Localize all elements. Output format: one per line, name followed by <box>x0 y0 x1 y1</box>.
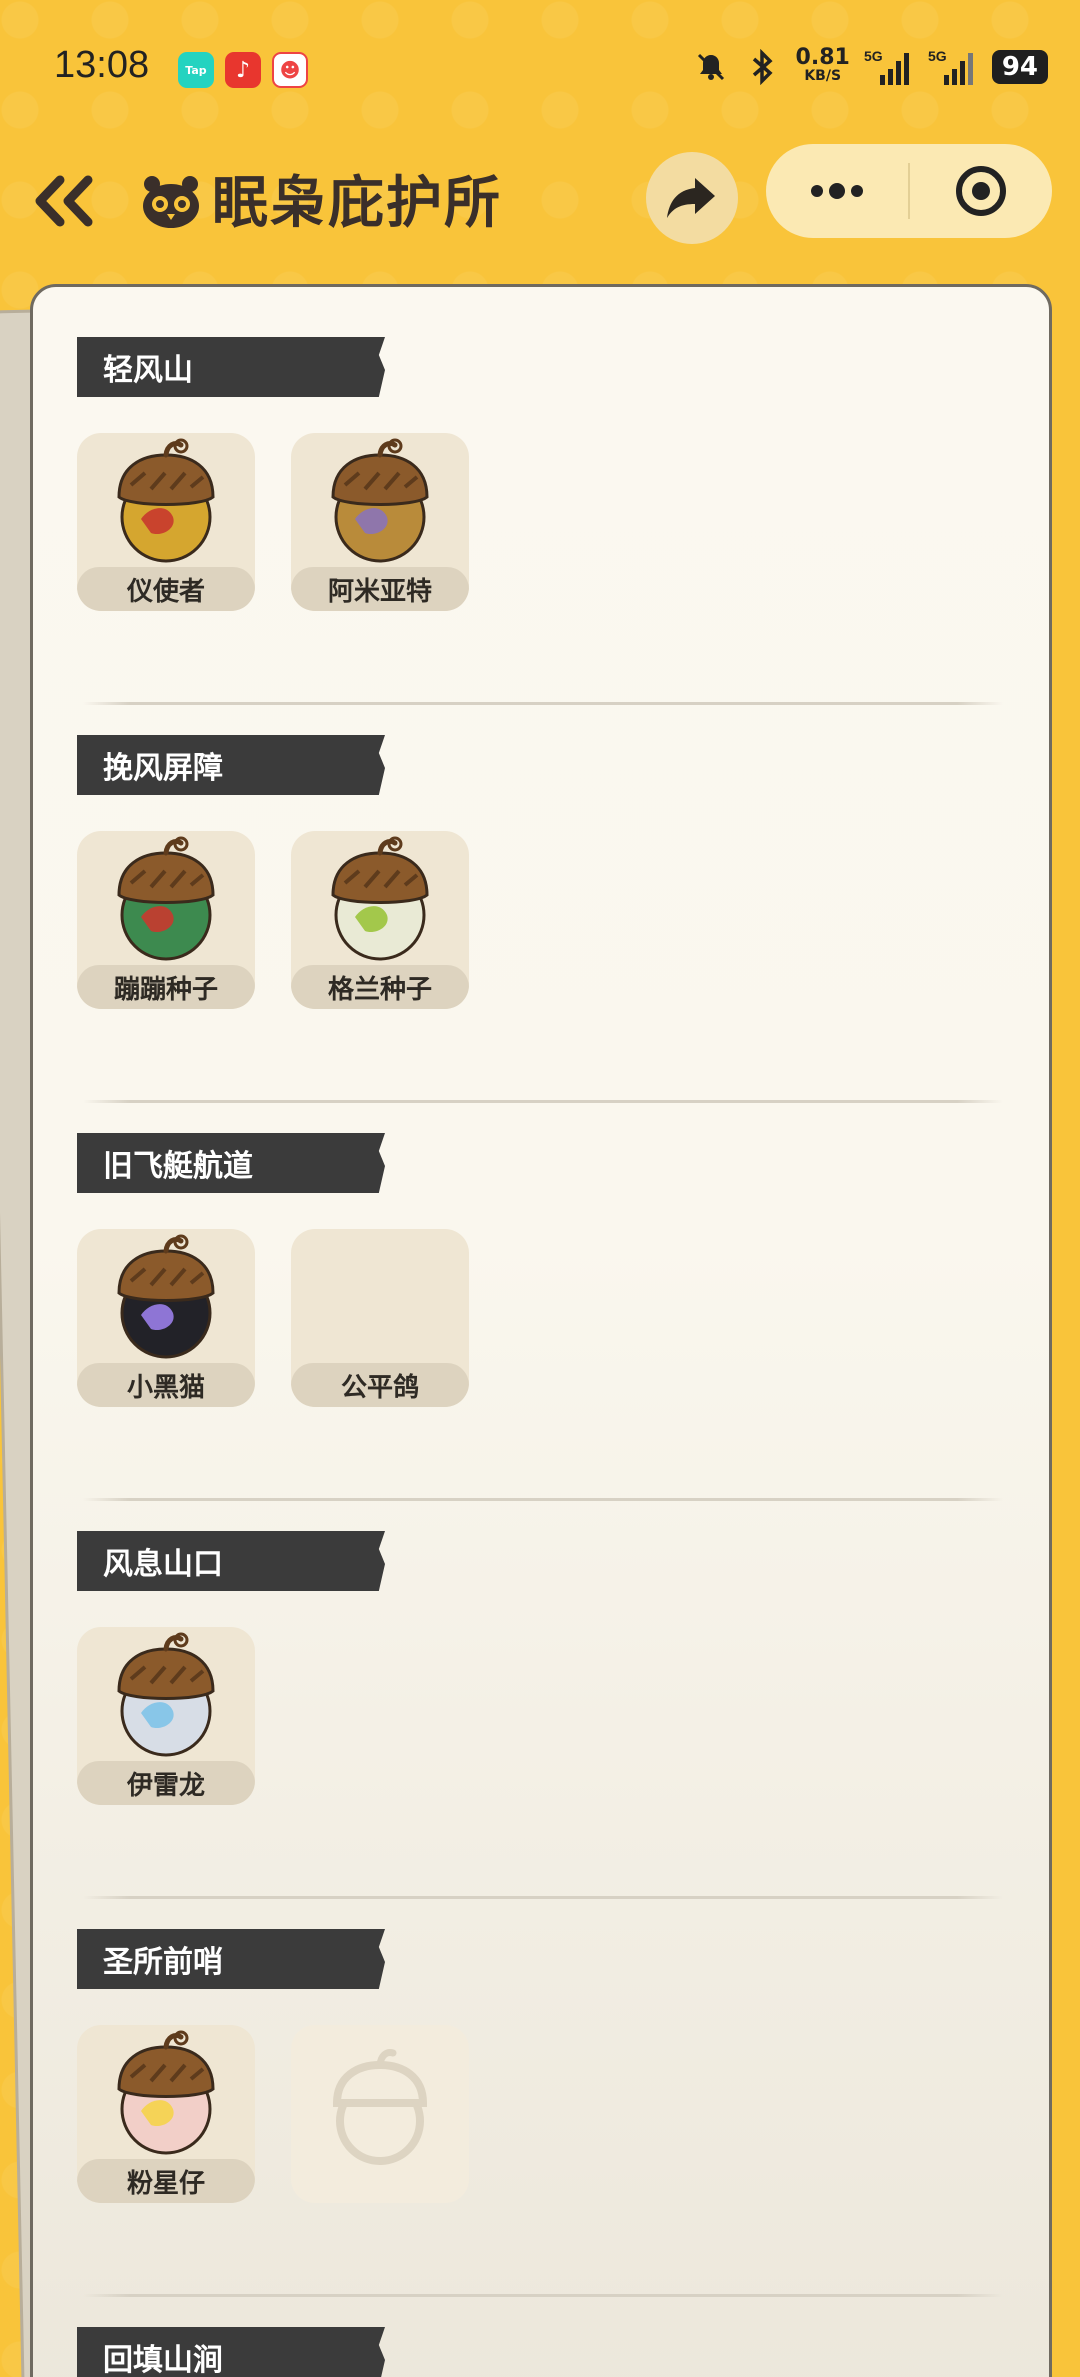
seed-card[interactable]: 格兰种子 <box>291 831 469 1009</box>
region-title: 挽风屏障 <box>77 735 385 795</box>
title-bar: 眠枭庇护所 <box>0 140 1080 260</box>
region-title: 圣所前哨 <box>77 1929 385 1989</box>
seed-card[interactable]: 小黑猫 <box>77 1229 255 1407</box>
acorn-seed-icon <box>117 438 215 563</box>
collection-panel: 轻风山 仪使者 阿米亚特 挽风屏障 蹦蹦种子 格兰种子 旧飞艇航道 小黑猫 公平… <box>30 284 1052 2377</box>
seed-name-label: 公平鸽 <box>291 1363 469 1407</box>
region-section: 挽风屏障 蹦蹦种子 格兰种子 <box>77 735 1017 1009</box>
share-arrow-icon <box>667 178 715 218</box>
taptap-notification-icon: Tap <box>178 52 214 88</box>
battery-indicator: 94 <box>991 50 1048 84</box>
status-bar: 13:08 Tap ♪ ☻ 0.81 KB/S 5G 5G 94 <box>0 0 1080 140</box>
seed-name-label: 格兰种子 <box>291 965 469 1009</box>
seed-card-list: 小黑猫 公平鸽 <box>77 1229 1017 1407</box>
page-title: 眠枭庇护所 <box>212 171 502 236</box>
seed-card[interactable]: 伊雷龙 <box>77 1627 255 1805</box>
svg-text:5G: 5G <box>928 48 947 64</box>
signal-5g-icon: 5G <box>864 48 914 86</box>
seed-card-list: 仪使者 阿米亚特 <box>77 433 1017 611</box>
seed-name-label: 蹦蹦种子 <box>77 965 255 1009</box>
section-divider <box>83 1896 1003 1899</box>
section-divider <box>83 2294 1003 2297</box>
acorn-seed-icon <box>117 836 215 961</box>
section-divider <box>83 1100 1003 1103</box>
net-speed: 0.81 KB/S <box>795 45 850 85</box>
share-button[interactable] <box>646 152 738 244</box>
svg-text:5G: 5G <box>864 48 883 64</box>
seed-card-list: 蹦蹦种子 格兰种子 <box>77 831 1017 1009</box>
region-title: 旧飞艇航道 <box>77 1133 385 1193</box>
double-chevron-left-icon <box>35 175 93 227</box>
acorn-seed-icon <box>331 438 429 563</box>
section-divider <box>83 1498 1003 1501</box>
close-miniprogram-button[interactable] <box>910 144 1052 238</box>
miniprogram-capsule <box>766 144 1052 238</box>
region-section: 旧飞艇航道 小黑猫 公平鸽 <box>77 1133 1017 1407</box>
owl-logo-icon <box>143 175 199 228</box>
region-title: 轻风山 <box>77 337 385 397</box>
region-section: 圣所前哨 粉星仔 <box>77 1929 1017 2203</box>
more-dots-icon <box>811 183 863 199</box>
seed-card[interactable]: 仪使者 <box>77 433 255 611</box>
seed-name-label: 小黑猫 <box>77 1363 255 1407</box>
seed-card[interactable]: 公平鸽 <box>291 1229 469 1407</box>
music-notification-icon: ♪ <box>225 52 261 88</box>
locked-seed-card[interactable] <box>291 2025 469 2203</box>
seed-name-label: 粉星仔 <box>77 2159 255 2203</box>
region-section: 轻风山 仪使者 阿米亚特 <box>77 337 1017 611</box>
game-notification-icon: ☻ <box>272 52 308 88</box>
seed-name-label: 阿米亚特 <box>291 567 469 611</box>
signal-5g-2-icon: 5G <box>928 48 978 86</box>
mute-bell-icon <box>692 48 730 86</box>
seed-card[interactable]: 阿米亚特 <box>291 433 469 611</box>
seed-name-label: 伊雷龙 <box>77 1761 255 1805</box>
acorn-seed-icon <box>117 1234 215 1359</box>
acorn-seed-icon <box>117 2030 215 2155</box>
back-button[interactable] <box>30 166 100 236</box>
seed-card[interactable]: 蹦蹦种子 <box>77 831 255 1009</box>
bluetooth-icon <box>744 48 782 86</box>
target-circle-icon <box>956 166 1006 216</box>
region-title: 风息山口 <box>77 1531 385 1591</box>
seed-name-label: 仪使者 <box>77 567 255 611</box>
status-time: 13:08 <box>54 44 150 86</box>
region-section: 风息山口 伊雷龙 <box>77 1531 1017 1805</box>
seed-card-list: 粉星仔 <box>77 2025 1017 2203</box>
region-title: 回填山涧 <box>77 2327 385 2377</box>
section-divider <box>83 702 1003 705</box>
seed-card[interactable]: 粉星仔 <box>77 2025 255 2203</box>
locked-acorn-outline-icon <box>332 2049 428 2165</box>
region-section: 回填山涧 <box>77 2327 1017 2377</box>
seed-card-list: 伊雷龙 <box>77 1627 1017 1805</box>
acorn-seed-icon <box>331 836 429 961</box>
more-button[interactable] <box>766 144 908 238</box>
acorn-seed-icon <box>117 1632 215 1757</box>
